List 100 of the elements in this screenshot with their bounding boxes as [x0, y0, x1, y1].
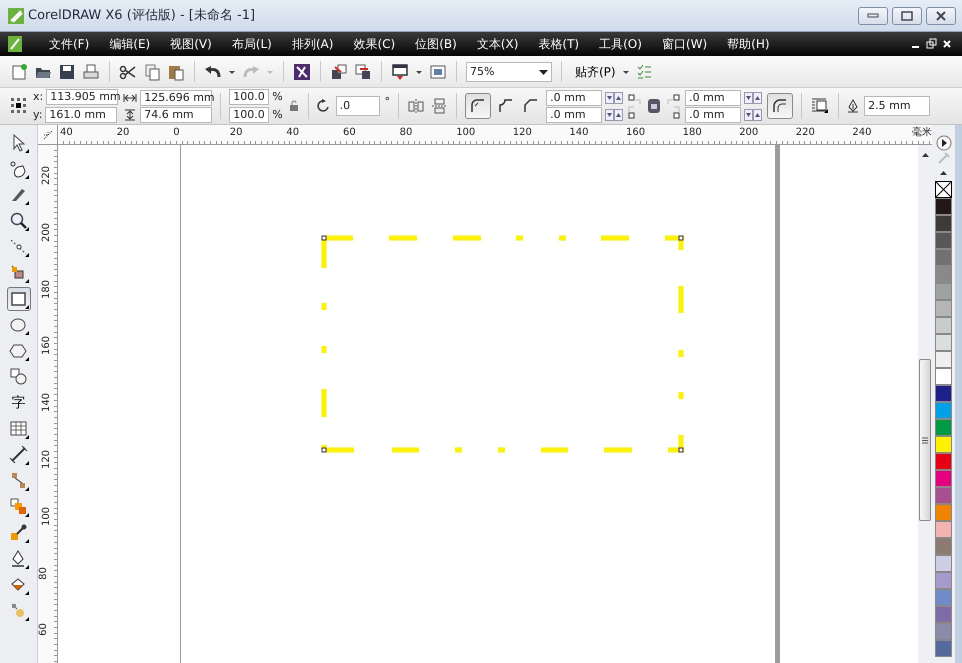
color-swatch[interactable]: [935, 351, 952, 368]
wrap-text-icon[interactable]: [810, 96, 830, 116]
color-swatch[interactable]: [935, 300, 952, 317]
menu-item[interactable]: 工具(O): [590, 35, 651, 53]
color-swatch[interactable]: [935, 589, 952, 606]
color-swatch[interactable]: [935, 215, 952, 232]
color-swatch[interactable]: [935, 232, 952, 249]
spinner-icon[interactable]: [744, 92, 762, 104]
color-swatch[interactable]: [935, 266, 952, 283]
color-swatch[interactable]: [935, 436, 952, 453]
color-swatch[interactable]: [935, 385, 952, 402]
restore-icon[interactable]: [924, 38, 938, 50]
ruler-label: 220: [41, 166, 52, 186]
no-color-swatch[interactable]: [935, 181, 952, 198]
corner-icons-drawing: [628, 93, 642, 119]
width-field[interactable]: 125.696 mm: [140, 90, 212, 106]
scale-y-field[interactable]: 100.0: [229, 106, 270, 123]
ruler-label: 180: [41, 280, 52, 299]
ruler-label: 60: [343, 127, 356, 138]
menu-item[interactable]: 表格(T): [529, 35, 588, 53]
ruler-label: 200: [41, 222, 52, 242]
color-swatch[interactable]: [935, 419, 952, 436]
corner-radius-field[interactable]: .0 mm: [685, 106, 742, 122]
color-swatch[interactable]: [935, 487, 952, 504]
color-swatch[interactable]: [935, 470, 952, 487]
position-grid-icon[interactable]: [10, 97, 28, 115]
scrollbar-thumb[interactable]: [919, 359, 931, 521]
color-swatch[interactable]: [935, 572, 952, 589]
percent-label: %: [272, 89, 283, 105]
menu-item[interactable]: 窗口(W): [652, 35, 716, 53]
menu-item[interactable]: 位图(B): [406, 35, 466, 53]
options-icon[interactable]: [636, 64, 652, 80]
rotation-field[interactable]: .0: [336, 96, 380, 116]
mirror-vertical-icon[interactable]: [430, 97, 448, 115]
color-swatch[interactable]: [935, 402, 952, 419]
menu-item[interactable]: 排列(A): [282, 35, 342, 53]
ruler-label: 0: [173, 127, 180, 138]
publish-icon[interactable]: [391, 62, 409, 80]
ruler-label: 80: [400, 127, 412, 138]
menu-item[interactable]: 效果(C): [344, 35, 404, 53]
menu-item[interactable]: 编辑(E): [100, 35, 160, 53]
ruler-label: 140: [41, 393, 52, 412]
color-swatch[interactable]: [935, 521, 952, 538]
scroll-up-icon[interactable]: [939, 169, 948, 177]
height-field[interactable]: 74.6 mm: [140, 106, 212, 122]
scroll-up-icon: [920, 151, 930, 159]
spinner-icon[interactable]: [744, 108, 762, 120]
import-icon[interactable]: [330, 62, 348, 80]
caret-icon: [539, 68, 548, 76]
y-position-field[interactable]: 161.0 mm: [45, 106, 118, 123]
close-button[interactable]: [926, 6, 956, 24]
display-icon[interactable]: [429, 62, 447, 80]
minimize-button[interactable]: [858, 6, 888, 24]
menu-item[interactable]: 布局(L): [222, 35, 281, 53]
scale-x-field[interactable]: 100.0: [229, 89, 270, 106]
outline-width-field[interactable]: 2.5 mm: [864, 96, 930, 116]
menu-item[interactable]: 视图(V): [161, 35, 221, 53]
menu-item[interactable]: 文件(F): [40, 35, 98, 53]
color-swatch[interactable]: [935, 334, 952, 351]
ruler-label: 160: [41, 336, 52, 356]
corner-type-button[interactable]: [465, 93, 492, 119]
tool-button[interactable]: [6, 287, 30, 311]
corner-radius-field[interactable]: .0 mm: [546, 90, 602, 106]
corner-lock-icon[interactable]: [647, 98, 662, 114]
lock-icon[interactable]: [288, 100, 300, 112]
spinner-icon[interactable]: [605, 108, 624, 120]
new-document-icon[interactable]: [10, 62, 28, 80]
scroll-right-icon[interactable]: [936, 135, 952, 151]
color-swatch[interactable]: [935, 198, 952, 215]
color-swatch[interactable]: [935, 538, 952, 555]
color-swatch[interactable]: [935, 317, 952, 334]
color-swatch[interactable]: [935, 368, 952, 385]
copy-icon[interactable]: [143, 62, 161, 80]
mirror-horizontal-icon[interactable]: [407, 97, 426, 115]
menu-item[interactable]: 帮助(H): [718, 35, 779, 53]
save-icon[interactable]: [58, 62, 76, 80]
color-swatch[interactable]: [935, 283, 952, 300]
axis-label: y:: [33, 106, 42, 122]
color-swatch[interactable]: [935, 606, 952, 623]
spinner-icon[interactable]: [605, 92, 624, 104]
color-swatch[interactable]: [935, 504, 952, 521]
x-position-field[interactable]: 113.905 mm: [46, 89, 118, 106]
corner-radius-field[interactable]: .0 mm: [546, 106, 602, 122]
zoom-dropdown[interactable]: 75%: [466, 62, 552, 82]
color-swatch[interactable]: [935, 249, 952, 266]
color-swatch[interactable]: [935, 623, 952, 640]
corner-radius-field[interactable]: .0 mm: [685, 90, 742, 106]
snap-to-button[interactable]: 贴齐(P): [575, 62, 616, 80]
color-swatch[interactable]: [935, 555, 952, 572]
export-icon[interactable]: [354, 62, 372, 80]
text-tool[interactable]: 字: [6, 391, 30, 415]
color-swatch[interactable]: [935, 640, 952, 657]
maximize-button[interactable]: [892, 6, 922, 24]
menu-item[interactable]: 文本(X): [468, 35, 528, 53]
launcher-icon[interactable]: [293, 62, 311, 80]
tool-button[interactable]: [6, 443, 30, 467]
print-icon[interactable]: [82, 62, 100, 80]
scale-corners-button[interactable]: [767, 93, 794, 119]
app-logo-icon: [8, 8, 24, 24]
color-swatch[interactable]: [935, 453, 952, 470]
